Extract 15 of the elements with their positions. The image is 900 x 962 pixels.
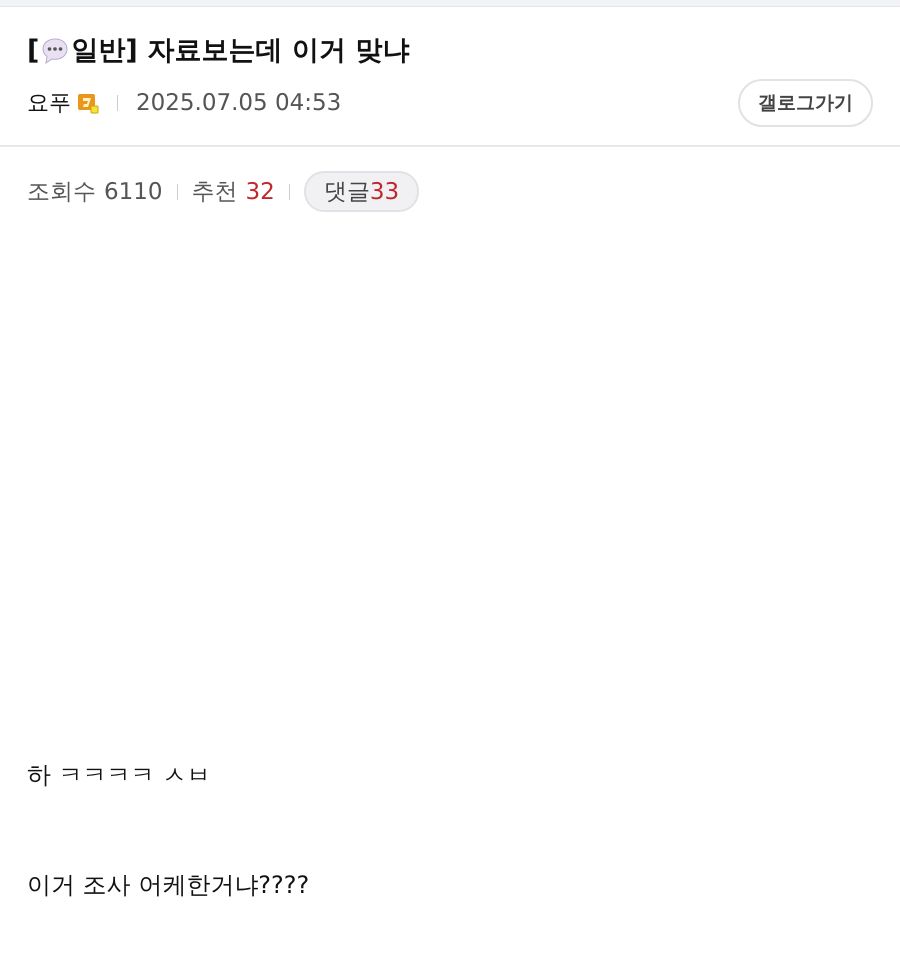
views-label: 조회수 bbox=[27, 178, 96, 207]
views-count: 6110 bbox=[104, 178, 163, 204]
gallog-button[interactable]: 갤로그가기 bbox=[738, 79, 873, 127]
comments-button[interactable]: 댓글33 bbox=[304, 171, 420, 212]
likes-count: 32 bbox=[246, 178, 275, 204]
post-date: 2025.07.05 04:53 bbox=[136, 90, 342, 116]
post-category: 일반] bbox=[71, 34, 138, 68]
body-text: 하 ㅋㅋㅋㅋ ㅅㅂ bbox=[27, 760, 212, 790]
author-name[interactable]: 요푸 bbox=[27, 88, 71, 118]
likes-label: 추천 bbox=[192, 178, 238, 207]
member-badge-icon bbox=[77, 92, 99, 114]
body-text: 이거 조사 어케한거냐???? bbox=[27, 870, 310, 900]
post-title: 자료보는데 이거 맞냐 bbox=[148, 34, 410, 68]
speech-bubble-icon bbox=[40, 36, 70, 66]
title-bracket: [ bbox=[27, 34, 40, 68]
